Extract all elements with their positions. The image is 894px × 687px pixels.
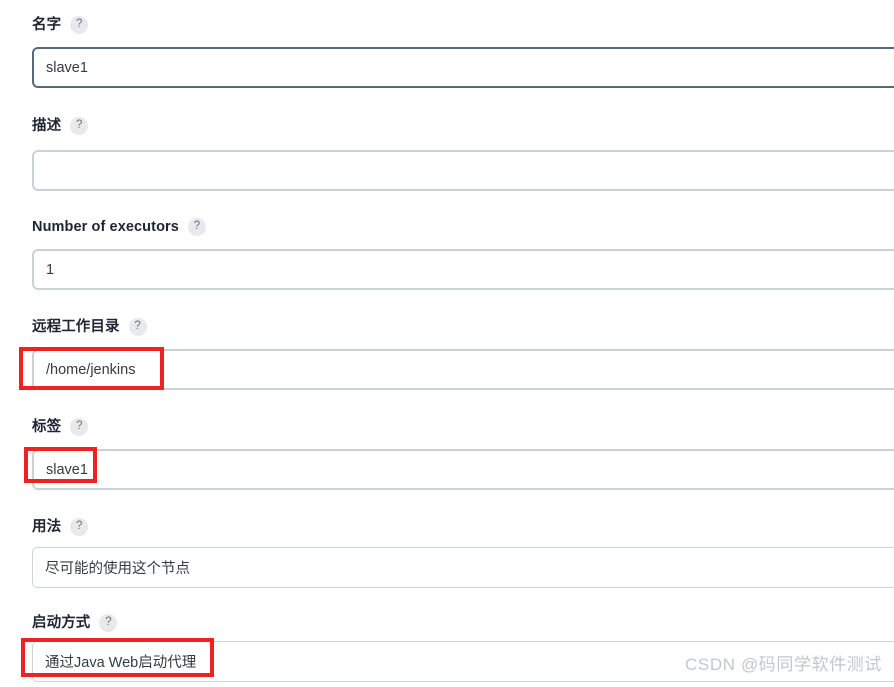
input-number-of-executors[interactable] xyxy=(32,249,894,290)
label-text-number-of-executors: Number of executors xyxy=(32,218,179,235)
help-icon-node-description[interactable]: ? xyxy=(70,117,89,135)
label-text-labels: 标签 xyxy=(32,418,62,435)
label-text-launch-method: 启动方式 xyxy=(32,614,91,631)
label-number-of-executors: Number of executors? xyxy=(32,218,206,236)
label-labels: 标签? xyxy=(32,418,89,436)
label-node-description: 描述? xyxy=(32,117,89,135)
help-icon-launch-method[interactable]: ? xyxy=(99,614,118,632)
label-usage: 用法? xyxy=(32,518,89,536)
node-configuration-form: 名字?描述?Number of executors?远程工作目录?标签?用法?尽… xyxy=(0,0,894,687)
help-icon-node-name[interactable]: ? xyxy=(70,16,89,34)
label-text-remote-root-directory: 远程工作目录 xyxy=(32,318,120,335)
label-launch-method: 启动方式? xyxy=(32,614,118,632)
help-icon-number-of-executors[interactable]: ? xyxy=(187,218,206,236)
select-value-usage: 尽可能的使用这个节点 xyxy=(45,561,190,577)
help-icon-usage[interactable]: ? xyxy=(70,518,89,536)
input-node-name[interactable] xyxy=(32,47,894,88)
help-icon-labels[interactable]: ? xyxy=(70,418,89,436)
select-usage[interactable]: 尽可能的使用这个节点 xyxy=(32,547,894,588)
input-remote-root-directory[interactable] xyxy=(32,349,894,390)
csdn-watermark: CSDN @码同学软件测试 xyxy=(685,655,882,674)
label-node-name: 名字? xyxy=(32,16,89,34)
help-icon-remote-root-directory[interactable]: ? xyxy=(128,318,147,336)
select-value-launch-method: 通过Java Web启动代理 xyxy=(45,655,197,671)
label-text-node-description: 描述 xyxy=(32,117,62,134)
label-text-usage: 用法 xyxy=(32,518,62,535)
label-text-node-name: 名字 xyxy=(32,16,62,33)
input-node-description[interactable] xyxy=(32,150,894,191)
input-labels[interactable] xyxy=(32,449,894,490)
label-remote-root-directory: 远程工作目录? xyxy=(32,318,147,336)
